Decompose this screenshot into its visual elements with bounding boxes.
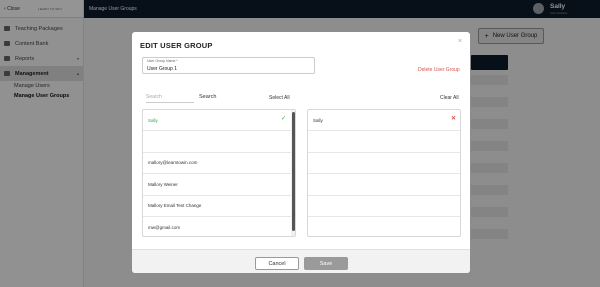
list-item-label: Mallory Weiner	[148, 181, 178, 187]
select-all-button[interactable]: Select All	[269, 95, 290, 101]
modal-footer: Cancel Save	[132, 249, 470, 273]
search-button[interactable]: Search	[199, 94, 216, 100]
list-item[interactable]: mallory@learntowin.com	[143, 153, 295, 175]
list-item: Sally ✕	[308, 110, 460, 132]
clear-all-button[interactable]: Clear All	[440, 95, 459, 101]
selected-users-list: Sally ✕	[307, 109, 461, 237]
list-item[interactable]: Sally ✓	[143, 110, 295, 132]
list-item	[308, 174, 460, 196]
save-button[interactable]: Save	[304, 257, 348, 270]
user-group-name-label: User Group Name *	[147, 59, 178, 63]
list-item[interactable]	[143, 131, 295, 153]
search-underline	[146, 102, 194, 103]
mouse-cursor-icon: ▲	[293, 210, 295, 217]
user-group-name-field[interactable]: User Group Name * User Group 1	[142, 57, 315, 74]
list-item	[308, 131, 460, 153]
list-item	[308, 217, 460, 236]
list-item	[308, 153, 460, 175]
check-icon: ✓	[281, 116, 287, 122]
remove-icon[interactable]: ✕	[451, 115, 456, 122]
list-item	[308, 196, 460, 217]
list-item-label: mw@gmail.com	[148, 224, 181, 230]
modal-title: EDIT USER GROUP	[140, 41, 213, 50]
available-users-list: Sally ✓ mallory@learntowin.com Mallory W…	[142, 109, 296, 237]
edit-user-group-modal: EDIT USER GROUP × User Group Name * User…	[132, 32, 470, 273]
list-item-label: Mallory Email Test Change	[148, 203, 202, 209]
list-item-label: mallory@learntowin.com	[148, 160, 198, 166]
app-root: ‹ Close LEARN TO WIN Teaching Packages C…	[0, 0, 600, 287]
search-input[interactable]: Search	[146, 94, 162, 100]
delete-user-group-link[interactable]: Delete User Group	[418, 67, 460, 73]
cancel-button[interactable]: Cancel	[255, 257, 299, 270]
list-item[interactable]: Mallory Weiner	[143, 174, 295, 196]
list-item[interactable]: mw@gmail.com	[143, 217, 295, 236]
list-item-label: Sally	[313, 117, 323, 123]
list-item-label: Sally	[148, 117, 158, 123]
list-item[interactable]: Mallory Email Test Change	[143, 196, 295, 217]
user-group-name-value[interactable]: User Group 1	[147, 66, 177, 72]
close-icon[interactable]: ×	[458, 38, 462, 45]
